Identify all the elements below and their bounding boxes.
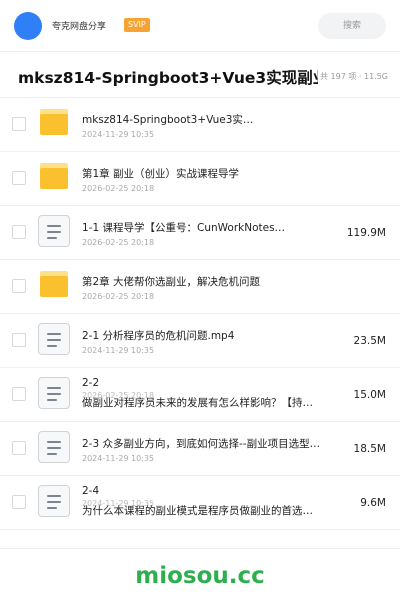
watermark: miosou.cc [135, 563, 265, 589]
item-size: 9.6M [360, 497, 386, 509]
item-date: 2026-02-25 20:18 [82, 184, 155, 193]
folder-title: mksz814-Springboot3+Vue3实现副业（… [18, 69, 318, 87]
list-item[interactable]: 2-2 2026-02-25 20:18 做副业对程序员未来的发展有怎么样影响？… [0, 368, 400, 422]
item-size: 18.5M [353, 443, 386, 455]
folder-title-bar: mksz814-Springboot3+Vue3实现副业（… 共 197 项 ·… [0, 52, 400, 98]
row-checkbox[interactable] [12, 441, 26, 455]
document-icon [38, 485, 70, 517]
item-date: 2026-02-25 20:18 [82, 238, 155, 247]
item-name: 第1章 副业（创业）实战课程导学 [82, 168, 240, 180]
item-name: 1-1 课程导学【公重号：CunWorkNotes… [82, 222, 286, 234]
document-icon [38, 215, 70, 247]
item-date: 2026-02-25 20:18 [82, 292, 155, 301]
row-checkbox[interactable] [12, 333, 26, 347]
row-checkbox[interactable] [12, 171, 26, 185]
item-date: 2024-11-29 10:35 [82, 130, 155, 139]
item-name: 2-1 分析程序员的危机问题.mp4 [82, 330, 235, 342]
document-icon [38, 323, 70, 355]
list-item[interactable]: 第2章 大佬帮你选副业，解决危机问题 2026-02-25 20:18 [0, 260, 400, 314]
document-icon [38, 377, 70, 409]
item-name: 2-4 [82, 485, 100, 497]
avatar[interactable] [14, 12, 42, 40]
list-item[interactable]: 1-1 课程导学【公重号：CunWorkNotes… 2026-02-25 20… [0, 206, 400, 260]
list-item[interactable]: 2-3 众多副业方向，到底如何选择--副业项目选型… 2024-11-29 10… [0, 422, 400, 476]
list-item[interactable]: 2-4 2024-11-29 10:35 为什么本课程的副业模式是程序员做副业的… [0, 476, 400, 530]
item-date: 2024-11-29 10:35 [82, 454, 155, 463]
row-checkbox[interactable] [12, 387, 26, 401]
row-checkbox[interactable] [12, 279, 26, 293]
document-icon [38, 431, 70, 463]
item-name-continued: 为什么本课程的副业模式是程序员做副业的首选… [82, 505, 313, 517]
item-size: 23.5M [353, 335, 386, 347]
app-header: 夸克网盘分享 SVIP 搜索 [0, 0, 400, 52]
user-name[interactable]: 夸克网盘分享 [52, 19, 106, 32]
search-input[interactable]: 搜索 [318, 13, 386, 39]
item-name: 第2章 大佬帮你选副业，解决危机问题 [82, 276, 261, 288]
item-name: mksz814-Springboot3+Vue3实… [82, 114, 254, 126]
folder-icon [40, 109, 68, 135]
row-checkbox[interactable] [12, 495, 26, 509]
item-name-continued: 做副业对程序员未来的发展有怎么样影响？【持… [82, 397, 313, 409]
bottom-bar: miosou.cc [0, 548, 400, 600]
folder-icon [40, 163, 68, 189]
row-checkbox[interactable] [12, 225, 26, 239]
list-item[interactable]: 2-1 分析程序员的危机问题.mp4 2024-11-29 10:35 23.5… [0, 314, 400, 368]
item-size: 119.9M [346, 227, 386, 239]
folder-meta: 共 197 项 · 11.5G [320, 72, 388, 81]
item-name: 2-3 众多副业方向，到底如何选择--副业项目选型… [82, 438, 321, 450]
svip-badge: SVIP [124, 18, 150, 32]
list-item[interactable]: mksz814-Springboot3+Vue3实… 2024-11-29 10… [0, 98, 400, 152]
row-checkbox[interactable] [12, 117, 26, 131]
item-date: 2024-11-29 10:35 [82, 346, 155, 355]
item-size: 15.0M [353, 389, 386, 401]
file-list: mksz814-Springboot3+Vue3实… 2024-11-29 10… [0, 98, 400, 530]
item-name: 2-2 [82, 377, 100, 389]
folder-icon [40, 271, 68, 297]
list-item[interactable]: 第1章 副业（创业）实战课程导学 2026-02-25 20:18 [0, 152, 400, 206]
